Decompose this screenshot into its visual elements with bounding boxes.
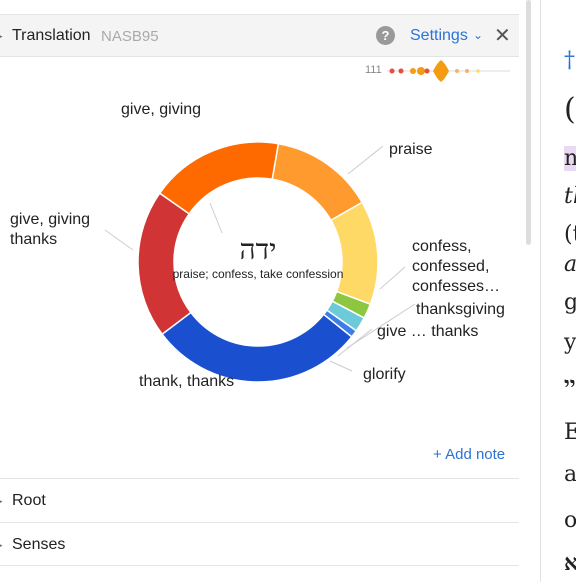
chart-label-give-dots-thanks[interactable]: give … thanks — [377, 322, 478, 342]
chart-label-confess-line2[interactable]: confessed, — [412, 257, 489, 277]
text-fragment: o — [564, 508, 576, 533]
minichart-peak — [433, 60, 449, 82]
leader-give-giving — [209, 202, 223, 234]
text-fragment[interactable]: † — [564, 48, 575, 73]
text-fragment: al — [564, 462, 576, 487]
chart-label-give-giving-thanks-line2[interactable]: thanks — [10, 230, 57, 250]
translation-panel: ▸ Translation NASB95 ? Settings ⌄ ✕ 111 — [0, 0, 520, 582]
minichart-dot — [424, 68, 430, 74]
chart-label-give-giving-thanks-line1[interactable]: give, giving — [10, 210, 90, 230]
text-fragment: th — [564, 184, 576, 209]
chart-label-glorify[interactable]: glorify — [363, 365, 406, 385]
leader-give-giving-thanks — [104, 229, 134, 251]
chart-label-give-giving[interactable]: give, giving — [121, 100, 201, 120]
section-label: Senses — [12, 536, 66, 553]
section-senses[interactable]: ▸ Senses — [0, 522, 519, 566]
text-fragment: n — [564, 146, 576, 171]
collapse-caret-icon[interactable]: ▸ — [0, 31, 3, 42]
close-icon[interactable]: ✕ — [494, 23, 511, 48]
chart-label-confess-line3[interactable]: confesses… — [412, 277, 500, 297]
chart-label-thanksgiving[interactable]: thanksgiving — [416, 300, 505, 320]
minichart-dot — [417, 67, 425, 75]
text-fragment: יי — [564, 372, 576, 398]
donut-slice-1[interactable] — [158, 141, 280, 215]
panel-scrollbar[interactable] — [526, 0, 531, 245]
text-fragment: (t — [564, 222, 576, 247]
chevron-down-icon[interactable]: ⌄ — [473, 28, 483, 42]
text-fragment: a — [564, 252, 576, 277]
minichart-dot — [398, 68, 404, 74]
chart-label-thank-thanks[interactable]: thank, thanks — [139, 372, 234, 392]
minichart-dot — [389, 68, 395, 74]
adjacent-text-pane: † ( n th (t a g y יי E al o א — [541, 0, 576, 582]
minichart-dot — [410, 68, 416, 74]
text-fragment: g — [564, 290, 576, 315]
expand-caret-icon[interactable]: ▸ — [0, 496, 3, 507]
text-fragment: א — [564, 550, 576, 576]
chart-label-confess-line1[interactable]: confess, — [412, 237, 472, 257]
text-fragment: y — [564, 330, 576, 355]
lemma-gloss: praise; confess, take confession — [172, 267, 344, 281]
minichart-dot — [476, 69, 480, 73]
section-root[interactable]: ▸ Root — [0, 478, 519, 522]
occurrence-minichart[interactable]: 111 — [365, 60, 515, 82]
donut-slice-3[interactable] — [329, 201, 379, 306]
minichart-dot — [465, 69, 469, 73]
panel-title: Translation — [12, 27, 91, 44]
expand-caret-icon[interactable]: ▸ — [0, 540, 3, 551]
bible-version-label: NASB95 — [101, 28, 159, 45]
leader-praise — [347, 145, 384, 175]
section-label: Root — [12, 492, 46, 509]
text-fragment: ( — [564, 92, 576, 127]
add-note-button[interactable]: + Add note — [433, 446, 505, 463]
donut-slice-0[interactable] — [137, 192, 192, 336]
leader-glorify — [329, 360, 353, 372]
minichart-dot — [455, 69, 459, 73]
help-icon[interactable]: ? — [376, 26, 395, 45]
chart-label-praise[interactable]: praise — [389, 140, 433, 160]
minichart-graphic — [387, 60, 510, 82]
donut-slice-2[interactable] — [271, 142, 364, 222]
leader-confess — [379, 266, 406, 290]
settings-button[interactable]: Settings — [410, 27, 468, 45]
hebrew-lemma: ידה — [239, 233, 277, 266]
translation-header[interactable]: ▸ Translation NASB95 ? Settings ⌄ ✕ — [0, 14, 519, 57]
text-fragment: E — [564, 420, 576, 445]
